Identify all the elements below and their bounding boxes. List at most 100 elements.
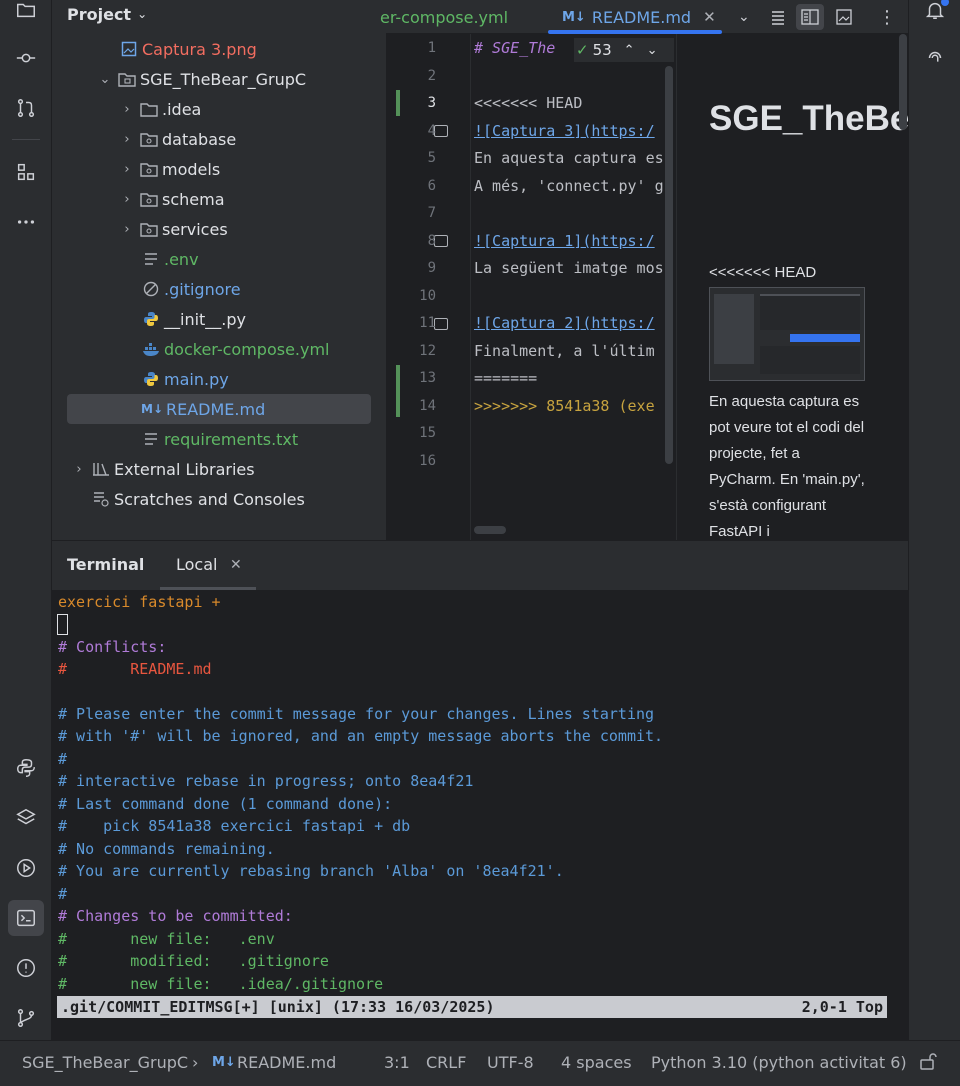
tree-item-external-libraries[interactable]: › External Libraries — [68, 454, 254, 484]
terminal-output[interactable]: exercici fastapi + # Conflicts: # README… — [52, 590, 908, 1040]
run-services-icon[interactable] — [8, 850, 44, 886]
line-number: 2 — [427, 68, 436, 84]
lock-icon[interactable] — [918, 1051, 938, 1075]
tab-local[interactable]: Local ✕ — [160, 541, 256, 591]
indent-setting[interactable]: 4 spaces — [561, 1053, 632, 1072]
code-line: ![Captura 3](https:/ — [474, 122, 655, 140]
preview-only-icon[interactable] — [836, 0, 852, 34]
chevron-down-icon[interactable]: ⌄ — [137, 7, 147, 21]
tree-item-label: requirements.txt — [164, 429, 299, 449]
pull-requests-icon[interactable] — [8, 90, 44, 126]
tab-readme[interactable]: M↓ README.md ✕ — [562, 0, 716, 34]
chevron-down-icon[interactable]: ⌄ — [647, 43, 658, 58]
terminal-title: Terminal — [67, 555, 145, 574]
line-ending[interactable]: CRLF — [426, 1053, 466, 1072]
breadcrumb-file[interactable]: README.md — [237, 1053, 336, 1072]
line-number: 10 — [419, 288, 436, 304]
tree-item-schema[interactable]: › schema — [116, 184, 224, 214]
tree-item-main-py[interactable]: main.py — [140, 364, 229, 394]
chevron-right-icon[interactable]: › — [116, 102, 138, 117]
breadcrumb-project[interactable]: SGE_TheBear_GrupC — [22, 1053, 188, 1072]
tree-item-env[interactable]: .env — [140, 244, 199, 274]
python-console-icon[interactable] — [8, 750, 44, 786]
inspection-widget[interactable]: ✓ 53 ⌃ ⌄ — [574, 38, 674, 62]
project-panel-header[interactable]: Project ⌄ — [52, 0, 386, 28]
tree-item-docker-compose[interactable]: docker-compose.yml — [140, 334, 330, 364]
terminal-line: exercici fastapi + — [58, 593, 221, 611]
editor-scrollbar[interactable] — [665, 66, 673, 464]
git-icon[interactable] — [8, 1000, 44, 1036]
library-icon — [90, 460, 112, 478]
commit-tool-icon[interactable] — [8, 40, 44, 76]
tree-item-label: services — [162, 219, 228, 239]
tree-item-captura-3[interactable]: Captura 3.png — [118, 34, 257, 64]
line-number: 9 — [427, 260, 436, 276]
preview-scrollbar[interactable] — [899, 34, 907, 130]
right-tool-strip — [908, 0, 960, 1040]
code-line: >>>>>>> 8541a38 (exe — [474, 397, 655, 415]
tree-item-label: .idea — [162, 99, 202, 119]
close-icon[interactable]: ✕ — [230, 557, 242, 573]
code-editor[interactable]: 1 2 3 4 5 6 7 8 9 10 11 12 13 14 15 16 #… — [386, 34, 676, 540]
project-panel-title[interactable]: Project — [67, 5, 131, 24]
terminal-line: # You are currently rebasing branch 'Alb… — [58, 862, 564, 880]
problems-icon[interactable] — [8, 950, 44, 986]
preview-head-marker: <<<<<<< HEAD — [709, 264, 817, 281]
tree-item-init-py[interactable]: __init__.py — [140, 304, 246, 334]
ai-assistant-icon[interactable] — [917, 40, 953, 76]
line-number: 12 — [419, 343, 436, 359]
left-tool-strip — [0, 0, 52, 1040]
tree-item-label: main.py — [164, 369, 229, 389]
tree-item-database[interactable]: › database — [116, 124, 236, 154]
terminal-icon[interactable] — [8, 900, 44, 936]
tree-item-models[interactable]: › models — [116, 154, 220, 184]
chevron-right-icon[interactable]: › — [116, 132, 138, 147]
editor-only-icon[interactable] — [770, 0, 786, 34]
preview-screenshot-image — [709, 287, 865, 381]
line-number: 15 — [419, 425, 436, 441]
chevron-right-icon[interactable]: › — [116, 162, 138, 177]
code-line: ![Captura 1](https:/ — [474, 232, 655, 250]
chevron-right-icon[interactable]: › — [116, 192, 138, 207]
tree-item-sge-module[interactable]: ⌄ SGE_TheBear_GrupC — [94, 64, 307, 94]
tree-item-gitignore[interactable]: .gitignore — [140, 274, 241, 304]
tree-item-services[interactable]: › services — [116, 214, 228, 244]
line-number: 11 — [419, 315, 436, 331]
tree-item-scratches[interactable]: Scratches and Consoles — [90, 484, 305, 514]
tree-item-label: SGE_TheBear_GrupC — [140, 69, 307, 89]
tree-item-idea[interactable]: › .idea — [116, 94, 201, 124]
split-view-icon[interactable] — [796, 4, 824, 30]
markdown-file-icon: M↓ — [562, 9, 586, 25]
more-options-icon[interactable]: ⋮ — [878, 0, 896, 34]
file-encoding[interactable]: UTF-8 — [487, 1053, 534, 1072]
tab-label: er-compose.yml — [380, 7, 509, 27]
terminal-line: # Last command done (1 command done): — [58, 795, 393, 813]
notifications-icon[interactable] — [917, 0, 953, 28]
python-file-icon — [140, 310, 162, 328]
project-panel: Project ⌄ Captura 3.png ⌄ SGE_TheBear_Grup… — [52, 0, 432, 540]
terminal-line: # Please enter the commit message for yo… — [58, 705, 655, 723]
terminal-line: # Changes to be committed: — [58, 907, 293, 925]
editor-hscrollbar[interactable] — [474, 526, 506, 534]
docker-icon — [140, 340, 162, 358]
more-tools-icon[interactable] — [8, 204, 44, 240]
structure-icon[interactable] — [8, 154, 44, 190]
text-cursor — [57, 614, 68, 635]
tab-list-chevron-icon[interactable]: ⌄ — [738, 0, 750, 34]
terminal-line: # — [58, 885, 68, 903]
tab-docker-compose[interactable]: er-compose.yml — [380, 0, 508, 34]
close-icon[interactable]: ✕ — [703, 8, 716, 26]
python-interpreter[interactable]: Python 3.10 (python activitat 6) — [651, 1053, 907, 1072]
divider — [12, 139, 40, 140]
chevron-right-icon[interactable]: › — [116, 222, 138, 237]
chevron-right-icon[interactable]: › — [68, 462, 90, 477]
tree-item-readme[interactable]: M↓ README.md — [67, 394, 371, 424]
project-tool-icon[interactable] — [8, 0, 44, 28]
tree-item-requirements[interactable]: requirements.txt — [140, 424, 298, 454]
caret-position[interactable]: 3:1 — [384, 1053, 410, 1072]
chevron-up-icon[interactable]: ⌃ — [624, 43, 635, 58]
services-layers-icon[interactable] — [8, 800, 44, 836]
chevron-down-icon[interactable]: ⌄ — [94, 72, 116, 87]
line-number: 6 — [427, 178, 436, 194]
tree-item-label: .gitignore — [164, 279, 241, 299]
